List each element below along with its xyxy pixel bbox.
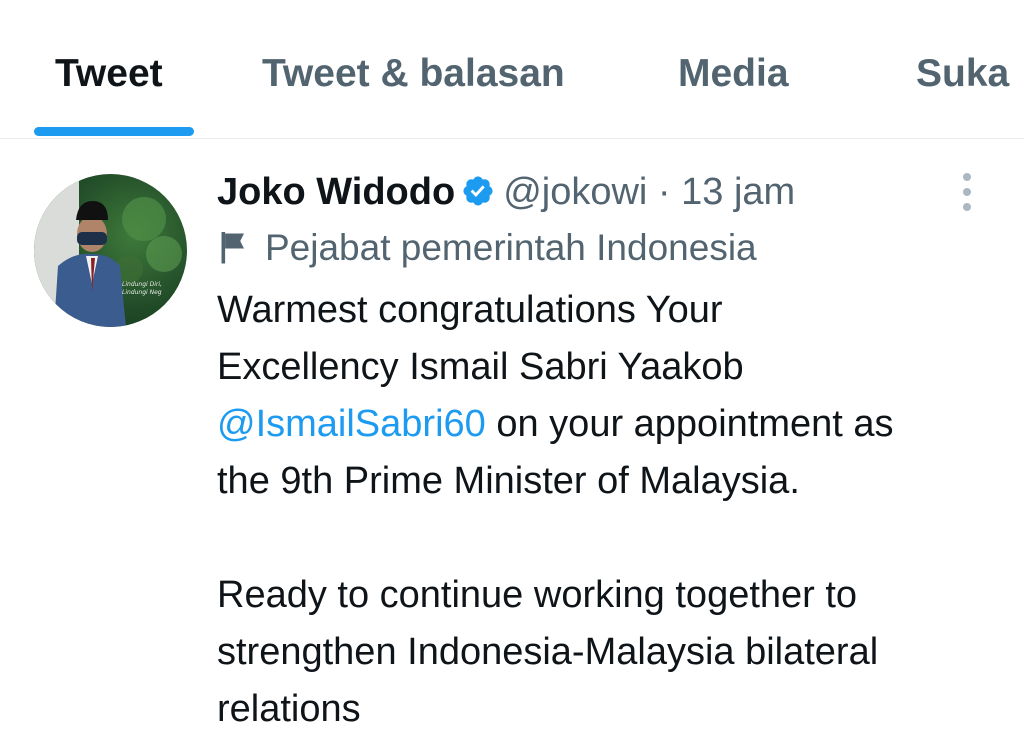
tweet-header: Joko Widodo @jokowi · 13 jam [217,166,795,218]
author-handle[interactable]: @jokowi [503,171,647,213]
tweet[interactable]: Lindungi Diri, Lindungi Neg Joko Widodo @… [0,140,1024,754]
avatar-image: Lindungi Diri, Lindungi Neg [34,174,187,327]
profile-tabs: Tweet Tweet & balasan Media Suka [0,0,1024,139]
tab-tweet-and-replies[interactable]: Tweet & balasan [262,50,565,98]
tweet-timestamp[interactable]: 13 jam [681,171,795,213]
avatar[interactable]: Lindungi Diri, Lindungi Neg [34,174,187,327]
avatar-caption-1: Lindungi Diri, [122,281,162,288]
tweet-text-paragraph: Ready to continue working together to st… [217,574,879,730]
tweet-text-line: Excellency Ismail Sabri Yaakob [217,346,744,388]
tab-media[interactable]: Media [678,50,789,98]
tab-likes[interactable]: Suka [916,50,1009,98]
tab-tweet[interactable]: Tweet [55,50,163,98]
tweet-text: Warmest congratulations Your Excellency … [217,282,1007,738]
affiliation-text: Pejabat pemerintah Indonesia [265,227,757,268]
tweet-text-line: @IsmailSabri60 on your appointment as [217,396,1007,453]
header-separator: · [657,171,671,213]
tweet-text-line: Warmest congratulations Your [217,289,723,331]
author-name[interactable]: Joko Widodo [217,171,455,213]
active-tab-indicator [34,127,194,136]
more-options-icon [963,173,971,211]
more-options-button[interactable] [950,170,984,214]
avatar-caption-2: Lindungi Neg [122,289,162,296]
mention-link[interactable]: @IsmailSabri60 [217,403,486,445]
flag-icon [221,232,244,264]
verified-badge-icon [463,176,493,206]
tweet-text-fragment: on your appointment as [485,403,894,445]
affiliation-label: Pejabat pemerintah Indonesia [217,224,757,272]
tweet-text-line: the 9th Prime Minister of Malaysia. [217,460,800,502]
